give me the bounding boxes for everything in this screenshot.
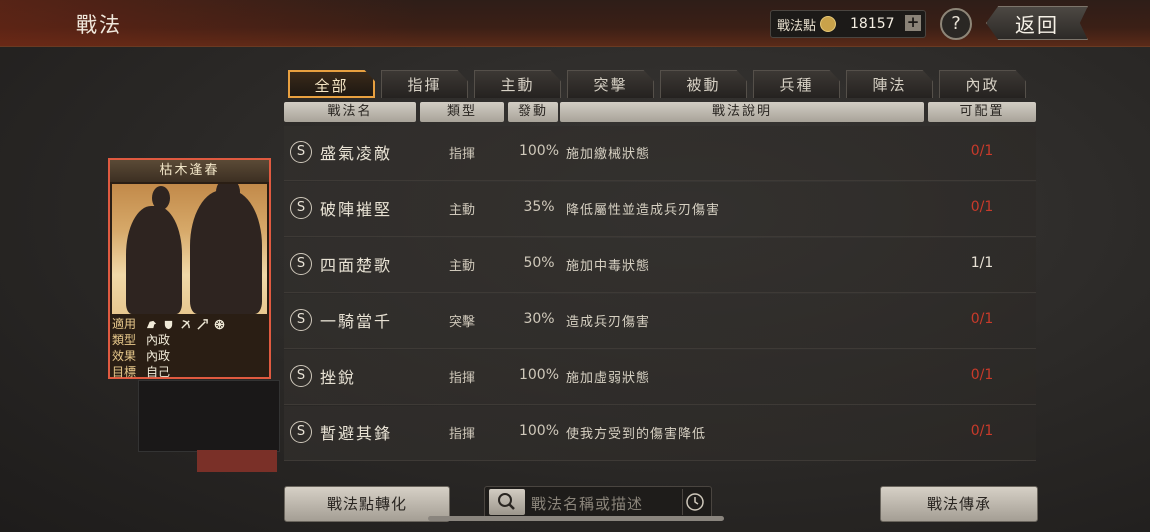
inherit-label: 戰法傳承 [926,495,991,513]
tactic-type: 指揮 [448,147,475,162]
tab-all[interactable]: 全部 [288,70,375,98]
tactic-name: 一騎當千 [320,312,393,331]
spear-icon [197,318,208,330]
table-row[interactable]: S 四面楚歌 主動 50% 施加中毒狀態 1/1 [284,238,1036,293]
search-box [484,486,712,520]
target-key: 目標 [112,365,137,379]
tactic-name: 破陣摧堅 [320,200,393,219]
tactic-name: 暫避其鋒 [320,424,393,443]
tactic-description: 施加虛弱狀態 [566,371,651,386]
add-points-button[interactable]: + [905,15,921,31]
grade-badge: S [290,197,312,219]
effect-key: 效果 [112,349,137,363]
tactic-rate: 100% [518,367,560,383]
category-tabs: 全部 指揮 主動 突擊 被動 兵種 陣法 內政 [288,70,1026,100]
card-preview-behind-2 [197,450,277,472]
target-value: 自己 [146,365,171,379]
grade-badge: S [290,141,312,163]
table-row[interactable]: S 一騎當千 突擊 30% 造成兵刃傷害 0/1 [284,294,1036,349]
grade-badge: S [290,365,312,387]
tab-assault[interactable]: 突擊 [567,70,654,98]
cavalry-icon [146,320,157,328]
coin-icon [820,16,837,32]
grade-badge: S [290,309,312,331]
shield-icon [164,320,173,329]
tactic-rate: 50% [523,255,555,271]
tactic-card[interactable]: 枯木逢春 適用 類型 內政 效果 內政 目標 自己 [108,158,271,379]
home-indicator[interactable] [428,516,724,521]
tactic-type: 指揮 [448,371,475,386]
unit-icons [146,316,225,332]
column-header-rate[interactable]: 發動 [508,102,558,122]
tactic-type: 突擊 [448,315,475,330]
card-info: 適用 類型 內政 效果 內政 目標 自己 [112,316,267,380]
tactic-name: 四面楚歌 [320,256,393,275]
effect-value: 內政 [146,349,171,363]
convert-points-button[interactable]: 戰法點轉化 [284,486,450,522]
column-header-type[interactable]: 類型 [420,102,504,122]
card-name: 枯木逢春 [110,160,269,182]
back-button[interactable]: 返回 [986,6,1088,40]
table-row[interactable]: S 盛氣凌敵 指揮 100% 施加繳械狀態 0/1 [284,126,1036,181]
tactic-capacity: 0/1 [970,311,994,327]
back-label: 返回 [1015,12,1059,37]
search-input[interactable] [529,490,683,518]
tactic-capacity: 0/1 [970,199,994,215]
tactic-rate: 35% [523,199,555,215]
convert-label: 戰法點轉化 [326,495,407,513]
tactic-name: 挫銳 [320,368,357,387]
column-header-name[interactable]: 戰法名 [284,102,416,122]
search-icon[interactable] [489,489,525,515]
table-row[interactable]: S 暫避其鋒 指揮 100% 使我方受到的傷害降低 0/1 [284,406,1036,461]
tactic-description: 造成兵刃傷害 [566,315,651,330]
grade-badge: S [290,421,312,443]
wheel-icon [214,319,225,329]
help-button[interactable]: ? [940,8,972,40]
tactic-type: 主動 [448,203,475,218]
bow-icon [181,319,190,329]
tactic-description: 使我方受到的傷害降低 [566,427,707,442]
tactic-type: 主動 [448,259,475,274]
tactic-rate: 100% [518,143,560,159]
tactic-points-box: 戰法點 18157 + [770,10,926,38]
table-row[interactable]: S 破陣摧堅 主動 35% 降低屬性並造成兵刃傷害 0/1 [284,182,1036,237]
table-row[interactable]: S 挫銳 指揮 100% 施加虛弱狀態 0/1 [284,350,1036,405]
tactic-capacity: 0/1 [970,423,994,439]
points-value: 18157 [850,16,895,32]
type-value: 內政 [146,333,171,347]
tactic-rate: 30% [523,311,555,327]
tactic-capacity: 0/1 [970,367,994,383]
history-icon[interactable] [682,489,707,515]
tab-formation[interactable]: 陣法 [846,70,933,98]
tactic-description: 施加中毒狀態 [566,259,651,274]
tactic-capacity: 1/1 [970,255,994,271]
tab-passive[interactable]: 被動 [660,70,747,98]
apply-key: 適用 [112,317,137,331]
tab-command[interactable]: 指揮 [381,70,468,98]
tab-internal[interactable]: 內政 [939,70,1026,98]
column-header-description: 戰法說明 [560,102,924,122]
type-key: 類型 [112,333,137,347]
tab-troop[interactable]: 兵種 [753,70,840,98]
top-bar: 戰法 戰法點 18157 + ? 返回 [0,0,1150,47]
tactic-capacity: 0/1 [970,143,994,159]
tactic-name: 盛氣凌敵 [320,144,393,163]
column-header-capacity[interactable]: 可配置 [928,102,1036,122]
points-label: 戰法點 [777,18,817,34]
tab-active[interactable]: 主動 [474,70,561,98]
tactic-type: 指揮 [448,427,475,442]
page-title: 戰法 [76,13,122,37]
tactic-description: 降低屬性並造成兵刃傷害 [566,203,721,218]
tactic-rate: 100% [518,423,560,439]
card-art-image [112,184,267,314]
card-preview-behind [138,380,280,452]
inherit-tactic-button[interactable]: 戰法傳承 [880,486,1038,522]
tactic-description: 施加繳械狀態 [566,147,651,162]
tactic-list: S 盛氣凌敵 指揮 100% 施加繳械狀態 0/1 S 破陣摧堅 主動 35% … [284,126,1036,474]
grade-badge: S [290,253,312,275]
